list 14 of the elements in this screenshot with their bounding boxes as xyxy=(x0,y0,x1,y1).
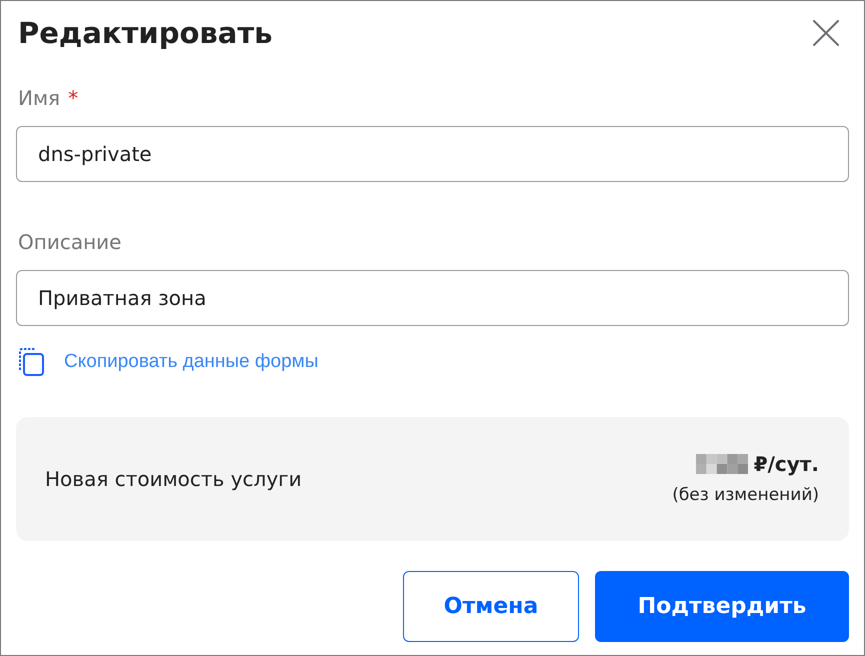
field-label: Описание xyxy=(18,229,122,256)
required-mark: * xyxy=(68,85,78,112)
price-note: (без изменений) xyxy=(672,484,819,507)
cancel-button[interactable]: Отмена xyxy=(403,571,579,642)
input-field[interactable]: dns-private xyxy=(16,126,849,182)
close-button[interactable] xyxy=(813,20,839,46)
copy-form-data-link[interactable]: Скопировать данные формы xyxy=(64,349,318,375)
price-label: Новая стоимость услуги xyxy=(45,466,302,493)
confirm-button[interactable]: Подтвердить xyxy=(595,571,849,642)
copy-icon xyxy=(19,348,44,376)
price-unit: ₽/сут. xyxy=(754,451,819,477)
dialog-title: Редактировать xyxy=(18,15,272,52)
field-label: Имя xyxy=(18,85,60,112)
input-field[interactable]: Приватная зона xyxy=(16,270,849,326)
